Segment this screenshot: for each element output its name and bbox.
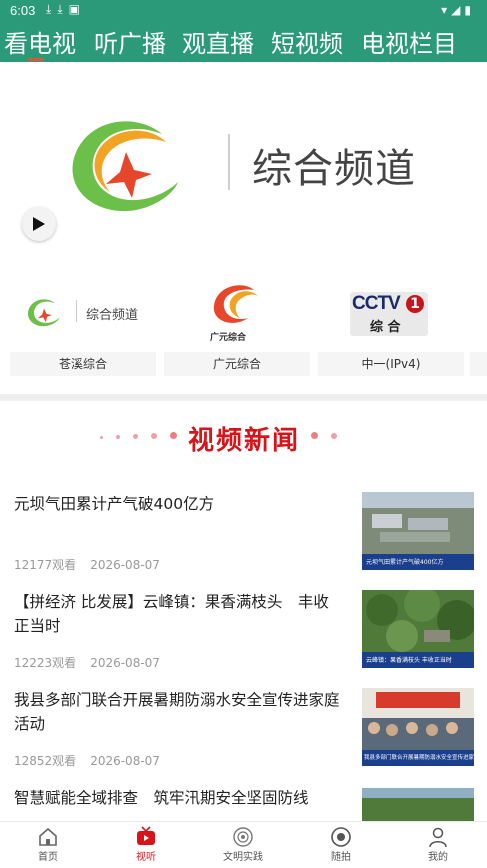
emblem-icon xyxy=(233,827,253,847)
channel-label[interactable]: 苍溪综合 xyxy=(10,352,156,376)
logo-divider xyxy=(228,134,230,190)
cctv-logo-icon: CCTV 1 综 合 xyxy=(350,292,428,336)
publish-date: 2026-08-07 xyxy=(90,558,160,572)
tab-home[interactable]: 首页 xyxy=(18,826,78,863)
tab-short-video[interactable]: 短视频 xyxy=(271,24,343,59)
thumbnail-caption: 云峰镇：果香满枝头 丰收正当时 xyxy=(366,657,452,664)
view-count: 12852观看 xyxy=(14,754,77,768)
channel-label-partial[interactable] xyxy=(470,352,487,376)
news-title[interactable]: 我县多部门联合开展暑期防溺水安全宣传进家庭活动 xyxy=(14,688,344,736)
battery-icon: ▮ xyxy=(464,3,475,17)
top-nav: 看电视 听广播 观直播 短视频 电视栏目 xyxy=(0,22,487,62)
tab-label: 文明实践 xyxy=(223,852,263,863)
camera-icon xyxy=(331,827,351,847)
hero-channel-title: 综合频道 xyxy=(252,146,416,192)
news-item[interactable]: 我县多部门联合开展暑期防溺水安全宣传进家庭活动 12852观看 2026-08-0… xyxy=(0,688,487,786)
section-title: 视频新闻 xyxy=(188,426,301,456)
download-icon: ⤓ xyxy=(57,2,69,16)
tab-label: 视听 xyxy=(136,852,156,863)
hero-player[interactable]: 综合频道 xyxy=(0,62,487,268)
play-button[interactable] xyxy=(22,207,56,241)
news-item[interactable]: 元坝气田累计产气破400亿方 12177观看 2026-08-07 元坝气田累计产… xyxy=(0,492,487,590)
tab-label: 首页 xyxy=(38,852,58,863)
cctv-logo-subtitle: 综 合 xyxy=(370,320,401,335)
channel-label[interactable]: 广元综合 xyxy=(164,352,310,376)
channel-card-cangxi[interactable]: 综合频道 xyxy=(10,272,156,350)
play-icon xyxy=(33,217,45,231)
view-count: 12223观看 xyxy=(14,656,77,670)
section-header: 视频新闻 xyxy=(0,418,487,458)
decor-dot xyxy=(311,432,318,439)
news-meta: 12852观看 2026-08-07 xyxy=(14,752,160,769)
publish-date: 2026-08-07 xyxy=(90,656,160,670)
thumbnail-caption: 我县多部门联合开展暑期防溺水安全宣传进家庭活动 xyxy=(364,755,474,761)
a-icon: ▣ xyxy=(68,2,86,16)
download-icon: ⤓ xyxy=(46,2,58,16)
decor-dot xyxy=(151,433,157,439)
decor-dot xyxy=(133,434,138,439)
channel-card-cctv1[interactable]: CCTV 1 综 合 xyxy=(318,272,464,350)
logo-divider xyxy=(76,300,77,322)
news-meta: 12177观看 2026-08-07 xyxy=(14,556,160,573)
home-icon xyxy=(39,827,57,846)
news-thumbnail[interactable]: 元坝气田累计产气破400亿方 xyxy=(362,492,474,570)
news-item[interactable]: 【拼经济 比发展】云峰镇：果香满枝头 丰收正当时 12223观看 2026-08-… xyxy=(0,590,487,688)
tab-radio[interactable]: 听广播 xyxy=(94,24,166,59)
cctv-logo-number: 1 xyxy=(406,295,424,313)
tab-label: 我的 xyxy=(428,852,448,863)
tab-watch-tv[interactable]: 看电视 xyxy=(4,24,76,59)
tab-video-audio[interactable]: 视听 xyxy=(116,826,176,863)
tab-label: 随拍 xyxy=(331,852,351,863)
user-icon xyxy=(429,827,447,848)
channel-logo-text: 广元综合 xyxy=(210,333,247,343)
news-thumbnail[interactable]: 我县多部门联合开展暑期防溺水安全宣传进家庭活动 xyxy=(362,688,474,766)
thumbnail-image xyxy=(362,788,474,821)
channel-logo-icon xyxy=(27,299,60,327)
tab-civilization-practice[interactable]: 文明实践 xyxy=(213,826,273,863)
wifi-icon: ▾ xyxy=(441,3,452,17)
channel-logo-text: 综合频道 xyxy=(86,308,139,323)
news-item[interactable]: 智慧赋能全域排查 筑牢汛期安全坚固防线 xyxy=(0,786,487,821)
news-meta: 12223观看 2026-08-07 xyxy=(14,654,160,671)
channel-strip: 综合频道 苍溪综合 广元综合 广元综合 CCTV 1 综 合 中一(IPv4) xyxy=(0,268,487,380)
decor-dot xyxy=(116,435,120,439)
tab-profile[interactable]: 我的 xyxy=(408,826,468,863)
status-bar: 6:03 ⤓⤓▣ ▾◢▮ xyxy=(0,0,487,22)
tab-snapshot[interactable]: 随拍 xyxy=(311,826,371,863)
system-icons: ▾◢▮ xyxy=(441,3,475,17)
tab-live[interactable]: 观直播 xyxy=(182,24,254,59)
news-thumbnail[interactable]: 云峰镇：果香满枝头 丰收正当时 xyxy=(362,590,474,668)
decor-dot xyxy=(170,432,177,439)
view-count: 12177观看 xyxy=(14,558,77,572)
channel-card-guangyuan[interactable]: 广元综合 xyxy=(164,272,310,350)
guangyuan-logo-icon xyxy=(213,285,258,323)
news-title[interactable]: 元坝气田累计产气破400亿方 xyxy=(14,492,344,516)
tab-tv-programs[interactable]: 电视栏目 xyxy=(361,24,457,59)
decor-dot xyxy=(100,436,103,439)
active-tab-indicator xyxy=(28,58,44,61)
bottom-tab-bar: 首页 视听 文明实践 随拍 我的 xyxy=(0,821,487,868)
news-thumbnail[interactable] xyxy=(362,788,474,821)
publish-date: 2026-08-07 xyxy=(90,754,160,768)
section-separator xyxy=(0,394,487,401)
thumbnail-caption: 元坝气田累计产气破400亿方 xyxy=(366,559,444,566)
channel-label[interactable]: 中一(IPv4) xyxy=(318,352,464,376)
tv-icon xyxy=(137,826,155,845)
channel-logo-icon xyxy=(72,121,178,212)
cctv-logo-text: CCTV xyxy=(352,293,401,314)
news-title[interactable]: 【拼经济 比发展】云峰镇：果香满枝头 丰收正当时 xyxy=(14,590,344,638)
decor-dot xyxy=(331,433,337,439)
notification-icons: ⤓⤓▣ xyxy=(46,2,86,17)
signal-icon: ◢ xyxy=(451,3,465,17)
status-time: 6:03 xyxy=(10,3,36,18)
news-title[interactable]: 智慧赋能全域排查 筑牢汛期安全坚固防线 xyxy=(14,786,344,810)
